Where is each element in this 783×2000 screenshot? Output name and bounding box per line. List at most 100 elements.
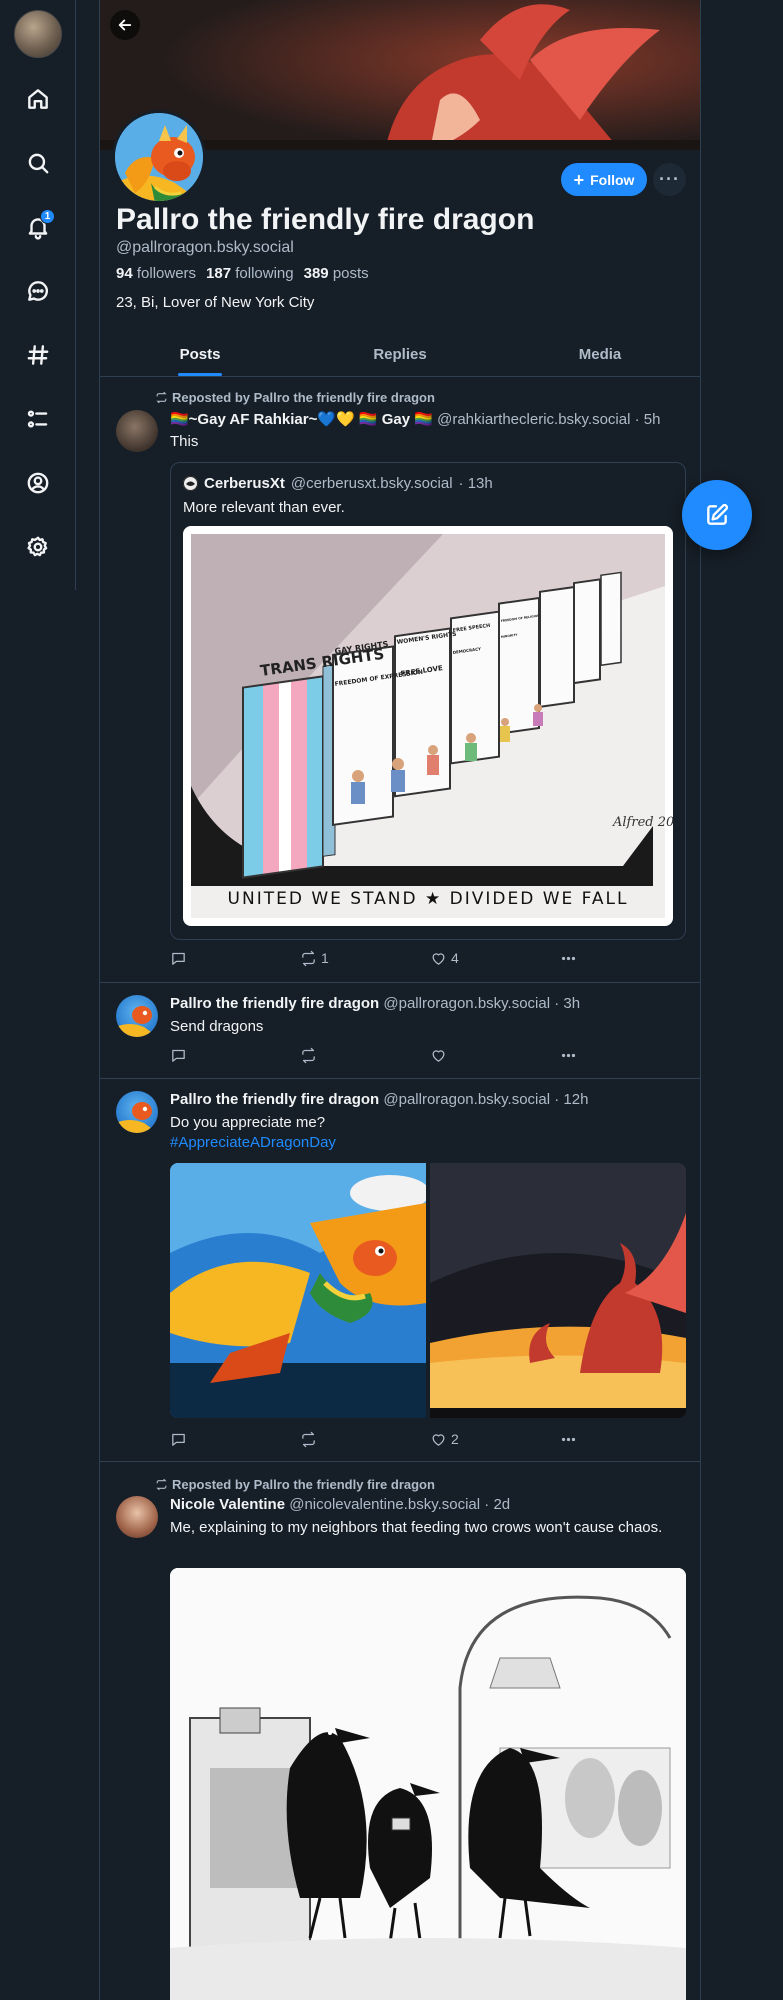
profile-icon[interactable] [14,459,62,507]
settings-icon[interactable] [14,523,62,571]
ellipsis-icon [561,1053,576,1057]
post-header: Nicole Valentine @nicolevalentine.bsky.s… [170,1496,510,1513]
post-time: · 5h [634,411,661,428]
follow-label: Follow [590,171,635,188]
reply-button[interactable] [170,1431,300,1448]
quoted-author[interactable]: CerberusXt [204,475,285,492]
profile-tabs: Posts Replies Media [100,332,700,377]
more-options-button[interactable]: ··· [653,163,686,196]
post-author[interactable]: Nicole Valentine [170,1496,285,1513]
quoted-author-avatar [183,476,198,491]
like-button[interactable]: 4 [430,950,560,967]
followers-stat[interactable]: 94 followers [116,265,196,282]
ellipsis-icon [561,956,576,960]
tab-replies[interactable]: Replies [300,332,500,376]
follow-button[interactable]: + Follow [561,163,647,196]
compose-post-button[interactable] [682,480,752,550]
feed-post[interactable]: Pallro the friendly fire dragon @pallror… [100,983,700,1079]
like-count: 4 [451,950,459,966]
lists-icon[interactable] [14,395,62,443]
repost-button[interactable] [300,1431,430,1448]
arrow-left-icon [118,19,132,31]
post-menu-button[interactable] [560,950,577,967]
profile-stats: 94 followers 187 following 389 posts [116,265,369,282]
profile-column: + Follow ··· Pallro the friendly fire dr… [99,0,701,2000]
post-menu-button[interactable] [560,1431,577,1448]
feed-post[interactable]: Pallro the friendly fire dragon @pallror… [100,1079,700,1462]
post-text: This [170,433,199,450]
reply-icon [172,952,185,965]
reply-button[interactable] [170,1047,300,1064]
repost-icon [302,950,315,966]
ellipsis-icon: ··· [659,169,680,189]
post-handle[interactable]: @nicolevalentine.bsky.social [289,1496,480,1513]
post-author-avatar[interactable] [116,410,158,452]
post-handle[interactable]: @pallroragon.bsky.social [383,1091,550,1108]
back-button[interactable] [110,10,140,40]
post-time: · 3h [554,995,581,1012]
cartoon-signature: Alfred 2024 [612,815,673,830]
search-icon[interactable] [14,139,62,187]
post-time: · 12h [554,1091,589,1108]
repost-icon [302,1047,315,1063]
post-handle[interactable]: @rahkiarthecleric.bsky.social [437,411,630,428]
ellipsis-icon [561,1437,576,1441]
post-actions: 1 4 [170,948,690,968]
post-author-avatar[interactable] [116,995,158,1037]
quoted-handle[interactable]: @cerberusxt.bsky.social [291,475,453,492]
posts-stat: 389 posts [303,265,369,282]
post-actions [170,1045,690,1065]
quoted-image[interactable]: TRANS RIGHTS GAY RIGHTS FREEDOM OF EXPRE… [183,526,673,926]
notifications-icon[interactable]: 1 [14,203,62,251]
post-text: Me, explaining to my neighbors that feed… [170,1519,663,1536]
like-button[interactable] [430,1047,560,1064]
feed-post[interactable]: Reposted by Pallro the friendly fire dra… [100,378,700,983]
quoted-post-header: CerberusXt @cerberusxt.bsky.social · 13h [183,475,493,492]
repost-count: 1 [321,950,329,966]
compose-icon [707,504,728,525]
following-stat[interactable]: 187 following [206,265,294,282]
tab-media[interactable]: Media [500,332,700,376]
repost-button[interactable] [300,1047,430,1064]
post-author[interactable]: 🏳️‍🌈~Gay AF Rahkiar~💙💛 🏳️‍🌈 Gay 🏳️‍🌈 [170,411,433,428]
tab-posts[interactable]: Posts [100,332,300,376]
post-author-avatar[interactable] [116,1091,158,1133]
home-icon[interactable] [14,75,62,123]
post-image[interactable] [430,1163,686,1418]
post-text: Send dragons [170,1018,264,1035]
post-image[interactable] [170,1568,686,2000]
post-image[interactable] [170,1163,426,1418]
repost-indicator: Reposted by Pallro the friendly fire dra… [155,390,435,405]
post-author[interactable]: Pallro the friendly fire dragon [170,1091,379,1108]
feeds-icon[interactable] [14,331,62,379]
post-header: Pallro the friendly fire dragon @pallror… [170,1091,588,1108]
plus-icon: + [573,169,585,190]
post-author-avatar[interactable] [116,1496,158,1538]
heart-icon [432,1433,445,1446]
repost-button[interactable]: 1 [300,950,430,967]
hashtag-link[interactable]: #AppreciateADragonDay [170,1133,685,1153]
cartoon-caption: UNITED WE STAND ★ DIVIDED WE FALL [228,889,629,909]
repost-icon [156,391,167,404]
repost-icon [302,1431,315,1447]
profile-handle: @pallroragon.bsky.social [116,239,294,256]
feed-post[interactable]: Reposted by Pallro the friendly fire dra… [100,1462,700,2000]
quoted-time: · 13h [458,475,493,492]
quoted-text: More relevant than ever. [183,499,345,516]
repost-indicator: Reposted by Pallro the friendly fire dra… [155,1477,435,1492]
like-button[interactable]: 2 [430,1431,560,1448]
profile-avatar[interactable] [112,110,206,204]
quoted-post[interactable]: CerberusXt @cerberusxt.bsky.social · 13h… [170,462,686,940]
post-handle[interactable]: @pallroragon.bsky.social [383,995,550,1012]
post-author[interactable]: Pallro the friendly fire dragon [170,995,379,1012]
repost-icon [156,1478,167,1491]
reply-icon [172,1049,185,1062]
heart-icon [432,1049,445,1062]
reply-icon [172,1433,185,1446]
current-user-avatar[interactable] [14,10,62,58]
chat-icon[interactable] [14,267,62,315]
post-menu-button[interactable] [560,1047,577,1064]
left-nav: 1 [0,0,76,590]
post-actions: 2 [170,1429,690,1449]
reply-button[interactable] [170,950,300,967]
